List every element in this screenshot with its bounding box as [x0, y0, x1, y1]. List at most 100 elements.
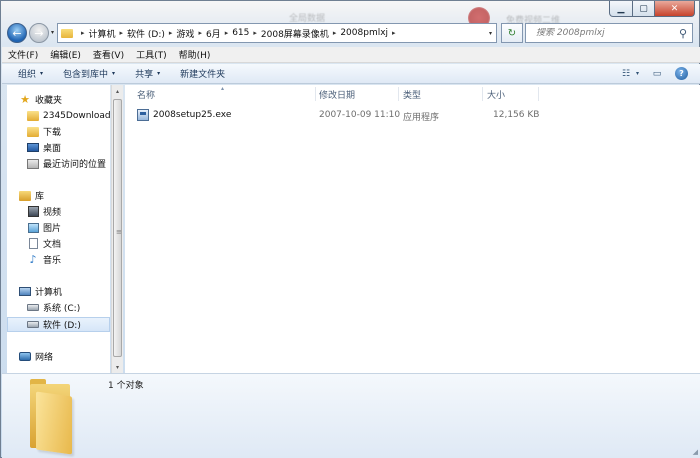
column-label: 修改日期 [319, 90, 356, 101]
search-input[interactable] [536, 28, 666, 38]
grip-icon: ≡ [116, 228, 122, 236]
breadcrumb-item[interactable]: 计算机 [89, 27, 116, 40]
sidebar-item-label: 视频 [43, 208, 62, 218]
breadcrumb: ▸ 计算机 ▸ 软件 (D:) ▸ 游戏 ▸ 6月 ▸ 615 ▸ 2008屏幕… [77, 27, 400, 40]
sidebar-item-system-c[interactable]: 系统 (C:) [27, 300, 80, 315]
star-icon: ★ [20, 93, 30, 106]
folder-icon [27, 110, 39, 122]
breadcrumb-separator-icon[interactable]: ▸ [392, 29, 396, 37]
sidebar-item-documents[interactable]: 文档 [27, 236, 61, 251]
sidebar-libraries[interactable]: 库 [19, 188, 44, 203]
column-divider[interactable] [482, 87, 483, 101]
breadcrumb-item[interactable]: 游戏 [176, 27, 194, 40]
column-label: 名称 [137, 90, 156, 101]
menu-edit[interactable]: 编辑(E) [50, 48, 81, 61]
title-bar[interactable]: 全局数据 免费视频二维 ▁ ▢ ✕ [1, 1, 700, 29]
menu-view[interactable]: 查看(V) [93, 48, 124, 61]
picture-icon [27, 222, 39, 234]
view-dropdown-icon[interactable]: ▾ [636, 70, 639, 77]
sidebar-item-label: 最近访问的位置 [43, 160, 107, 170]
maximize-button[interactable]: ▢ [633, 1, 655, 17]
computer-icon [19, 286, 31, 298]
sidebar-item-label: 图片 [43, 224, 62, 234]
column-label: 类型 [403, 90, 422, 101]
breadcrumb-item[interactable]: 615 [232, 28, 249, 38]
column-label: 大小 [487, 90, 506, 101]
breadcrumb-item[interactable]: 2008屏幕录像机 [261, 27, 329, 40]
file-type: 应用程序 [403, 113, 440, 123]
change-view-icon[interactable]: ☷ [618, 67, 634, 80]
document-icon [27, 238, 39, 250]
recent-pages-dropdown-icon[interactable]: ▾ [51, 29, 54, 36]
refresh-button[interactable]: ↻ [501, 23, 523, 43]
column-header-size[interactable]: 大小 [487, 85, 537, 103]
sidebar-item-recent-places[interactable]: 最近访问的位置 [27, 156, 106, 171]
menu-help[interactable]: 帮助(H) [179, 48, 211, 61]
share-button[interactable]: 共享 ▾ [135, 67, 160, 80]
navigation-scrollbar[interactable]: ▴ ≡ ▾ [111, 85, 123, 373]
address-dropdown-icon[interactable]: ▾ [489, 30, 492, 37]
breadcrumb-item[interactable]: 6月 [206, 27, 221, 40]
drive-icon [27, 319, 39, 331]
scroll-down-icon[interactable]: ▾ [112, 361, 123, 373]
breadcrumb-separator-icon[interactable]: ▸ [333, 29, 337, 37]
sidebar-item-label: 文档 [43, 240, 62, 250]
resize-grip-icon[interactable]: ◢ [693, 448, 698, 456]
breadcrumb-separator-icon[interactable]: ▸ [120, 29, 124, 37]
folder-icon [61, 28, 73, 38]
sidebar-computer[interactable]: 计算机 [19, 284, 62, 299]
table-row[interactable]: 2008setup25.exe 2007-10-09 11:10 应用程序 12… [137, 107, 557, 125]
menu-file[interactable]: 文件(F) [8, 48, 38, 61]
network-icon [19, 351, 31, 363]
sidebar-item-label: 软件 (D:) [43, 321, 81, 331]
sidebar-item-music[interactable]: ♪ 音乐 [27, 252, 61, 267]
minimize-button[interactable]: ▁ [609, 1, 633, 17]
include-in-library-button[interactable]: 包含到库中 ▾ [63, 67, 115, 80]
sidebar-favorites[interactable]: ★ 收藏夹 [19, 92, 62, 107]
breadcrumb-separator-icon[interactable]: ▸ [169, 29, 173, 37]
breadcrumb-separator-icon[interactable]: ▸ [198, 29, 202, 37]
explorer-window: 全局数据 免费视频二维 ▁ ▢ ✕ ← → ▾ ▸ 计算机 ▸ 软件 (D:) … [0, 0, 700, 458]
breadcrumb-item[interactable]: 软件 (D:) [127, 27, 165, 40]
command-bar: 组织 ▾ 包含到库中 ▾ 共享 ▾ 新建文件夹 ☷ ▾ ▭ ? [2, 64, 700, 84]
address-bar[interactable]: ▸ 计算机 ▸ 软件 (D:) ▸ 游戏 ▸ 6月 ▸ 615 ▸ 2008屏幕… [57, 23, 497, 43]
search-icon[interactable]: ⚲ [679, 27, 687, 40]
scroll-up-icon[interactable]: ▴ [112, 85, 123, 97]
menu-tools[interactable]: 工具(T) [136, 48, 167, 61]
scrollbar-thumb[interactable]: ≡ [113, 99, 122, 357]
column-header-modified[interactable]: 修改日期 [319, 85, 399, 103]
column-divider[interactable] [398, 87, 399, 101]
breadcrumb-separator-icon[interactable]: ▸ [253, 29, 257, 37]
organize-button[interactable]: 组织 ▾ [18, 67, 43, 80]
sidebar-item-label: 2345Downloads [43, 110, 110, 121]
sidebar-item-pictures[interactable]: 图片 [27, 220, 61, 235]
close-button[interactable]: ✕ [655, 1, 695, 17]
recent-places-icon [27, 158, 39, 170]
column-divider[interactable] [315, 87, 316, 101]
column-header-name[interactable]: 名称 [137, 85, 317, 103]
sidebar-item-label: 桌面 [43, 144, 62, 154]
breadcrumb-item[interactable]: 2008pmlxj [340, 28, 388, 38]
help-icon[interactable]: ? [675, 67, 688, 80]
forward-button[interactable]: → [29, 23, 49, 43]
sidebar-item-downloads[interactable]: 下载 [27, 124, 61, 139]
chevron-down-icon: ▾ [40, 70, 44, 77]
sidebar-network[interactable]: 网络 [19, 349, 53, 364]
file-list[interactable]: 名称 ▴ 修改日期 类型 大小 2008setup25.exe 2007-10-… [125, 85, 700, 373]
sidebar-item-2345downloads[interactable]: 2345Downloads [27, 108, 110, 123]
sidebar-item-videos[interactable]: 视频 [27, 204, 61, 219]
application-icon [137, 109, 149, 121]
back-arrow-icon: ← [12, 26, 22, 40]
sidebar-item-software-d[interactable]: 软件 (D:) [7, 317, 110, 332]
breadcrumb-separator-icon[interactable]: ▸ [81, 29, 85, 37]
column-header-type[interactable]: 类型 [403, 85, 483, 103]
search-box[interactable]: ⚲ [525, 23, 693, 43]
column-divider[interactable] [538, 87, 539, 101]
sidebar-item-label: 库 [35, 192, 45, 202]
preview-pane-icon[interactable]: ▭ [649, 67, 665, 80]
sidebar-item-desktop[interactable]: 桌面 [27, 140, 61, 155]
file-name: 2008setup25.exe [153, 110, 232, 120]
new-folder-button[interactable]: 新建文件夹 [180, 67, 225, 80]
back-button[interactable]: ← [7, 23, 27, 43]
breadcrumb-separator-icon[interactable]: ▸ [225, 29, 229, 37]
